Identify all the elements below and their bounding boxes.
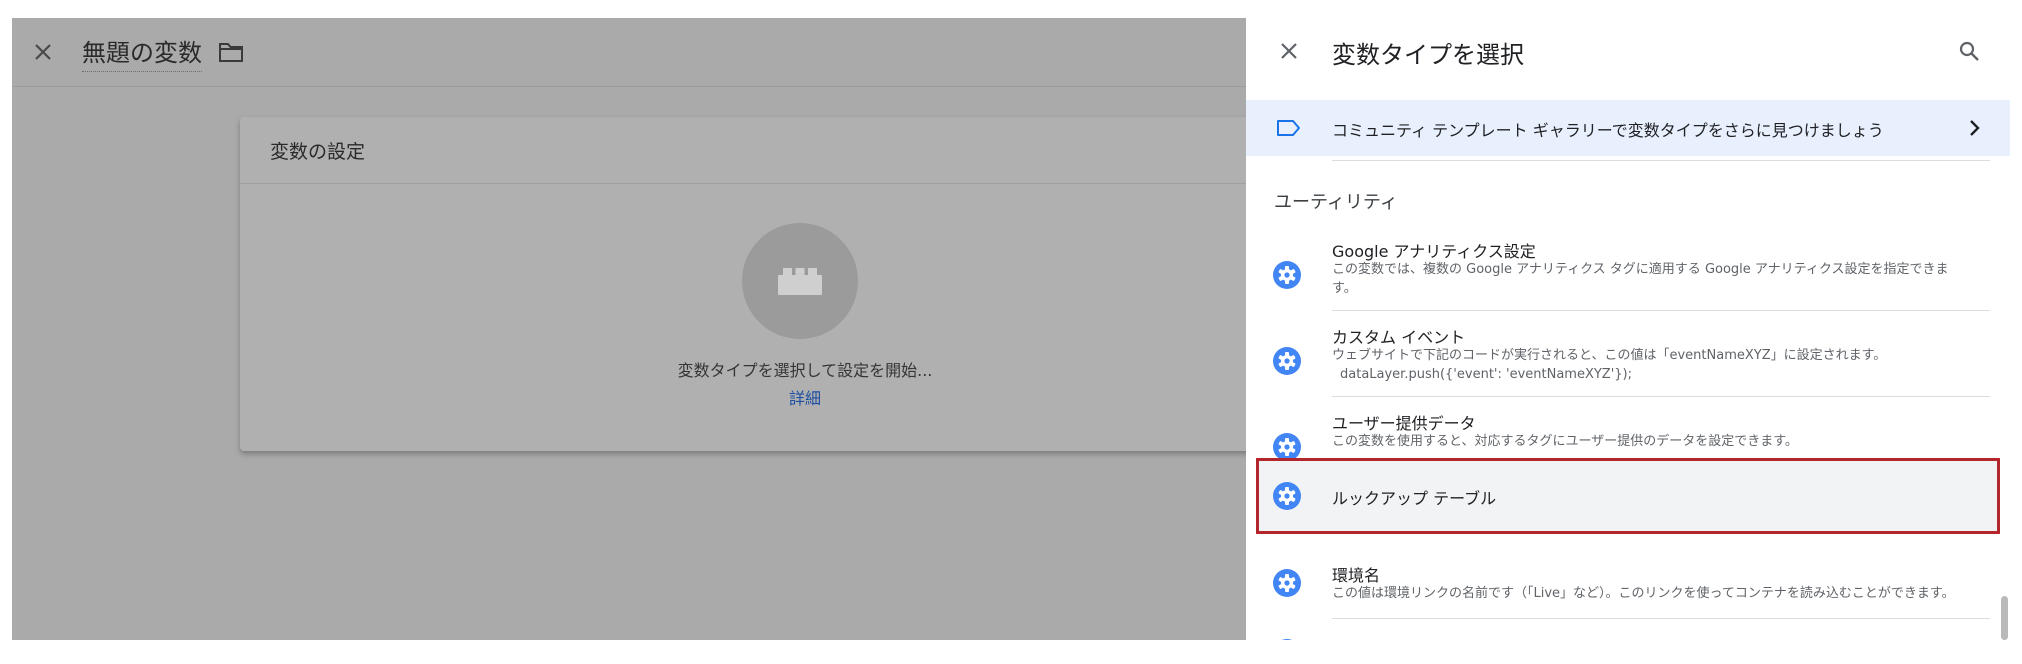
variable-type-user-provided-data[interactable]: ユーザー提供データ この変数を使用すると、対応するタグにユーザー提供のデータを設… [1246, 408, 2004, 461]
variable-type-lookup-table[interactable]: ルックアップ テーブル [1256, 458, 2000, 534]
variable-type-name: 環境名 [1332, 566, 1381, 585]
gear-icon [1273, 347, 1301, 375]
variable-config-card[interactable]: 変数の設定 変数タイプを選択して設定を開始... 詳細 [240, 117, 1246, 451]
learn-more-link[interactable]: 詳細 [540, 385, 1070, 409]
variable-type-name: ルックアップ テーブル [1332, 489, 1497, 508]
search-icon [1959, 41, 1979, 61]
variable-type-description: この変数を使用すると、対応するタグにユーザー提供のデータを設定できます。 [1332, 434, 1798, 449]
brick-icon[interactable] [742, 223, 858, 339]
search-button[interactable] [1952, 34, 1986, 68]
panel-header: 変数タイプを選択 [1246, 18, 2010, 82]
divider [1332, 160, 1990, 161]
card-title: 変数の設定 [270, 141, 366, 163]
gear-icon [1273, 569, 1301, 597]
variable-type-description: この変数では、複数の Google アナリティクス タグに適用する Google… [1332, 262, 1949, 296]
gear-icon [1273, 261, 1301, 289]
variable-editor-overlay: 無題の変数 変数の設定 変数タイプを選択して設定を開始... 詳細 [12, 18, 1246, 640]
community-gallery-banner[interactable]: コミュニティ テンプレート ギャラリーで変数タイプをさらに見つけましょう [1246, 100, 2010, 156]
variable-type-name: Google アナリティクス設定 [1332, 242, 1536, 261]
banner-text: コミュニティ テンプレート ギャラリーで変数タイプをさらに見つけましょう [1332, 121, 1884, 140]
variable-type-environment-name[interactable]: 環境名 この値は環境リンクの名前です（「Live」など）。このリンクを使ってコン… [1246, 542, 2004, 624]
variable-type-panel: 変数タイプを選択 コミュニティ テンプレート ギャラリーで変数タイプをさらに見つ… [1246, 18, 2010, 640]
editor-close-button[interactable] [26, 35, 60, 69]
panel-title: 変数タイプを選択 [1332, 41, 1524, 69]
panel-close-button[interactable] [1272, 34, 1306, 68]
close-icon [35, 44, 51, 60]
card-header: 変数の設定 [240, 117, 1246, 184]
variable-type-description: ウェブサイトで下記のコードが実行されると、この値は「eventNameXYZ」に… [1332, 348, 1887, 363]
divider [1332, 618, 1990, 619]
card-hint-text: 変数タイプを選択して設定を開始... [677, 361, 933, 380]
variable-type-name: ユーザー提供データ [1332, 414, 1476, 433]
label-icon [1277, 120, 1300, 136]
section-title-utility: ユーティリティ [1274, 192, 1398, 213]
gear-icon [1281, 639, 1293, 640]
divider [1332, 310, 1990, 311]
chevron-right-icon [1970, 120, 1980, 136]
variable-type-code-sample: dataLayer.push({'event': 'eventNameXYZ'}… [1340, 367, 1632, 382]
variable-type-custom-event[interactable]: カスタム イベント ウェブサイトで下記のコードが実行されると、この値は「even… [1246, 322, 2004, 404]
gear-icon [1273, 482, 1301, 510]
close-icon [1281, 43, 1297, 59]
divider [1332, 396, 1990, 397]
variable-type-name: カスタム イベント [1332, 328, 1466, 347]
panel-scrollbar[interactable] [2001, 596, 2008, 640]
variable-name-field[interactable]: 無題の変数 [82, 33, 202, 72]
variable-type-ga-settings[interactable]: Google アナリティクス設定 この変数では、複数の Google アナリティ… [1246, 236, 2004, 318]
variable-type-description: この値は環境リンクの名前です（「Live」など）。このリンクを使ってコンテナを読… [1332, 586, 1955, 601]
editor-header: 無題の変数 [12, 18, 1246, 87]
folder-icon[interactable] [218, 41, 244, 63]
